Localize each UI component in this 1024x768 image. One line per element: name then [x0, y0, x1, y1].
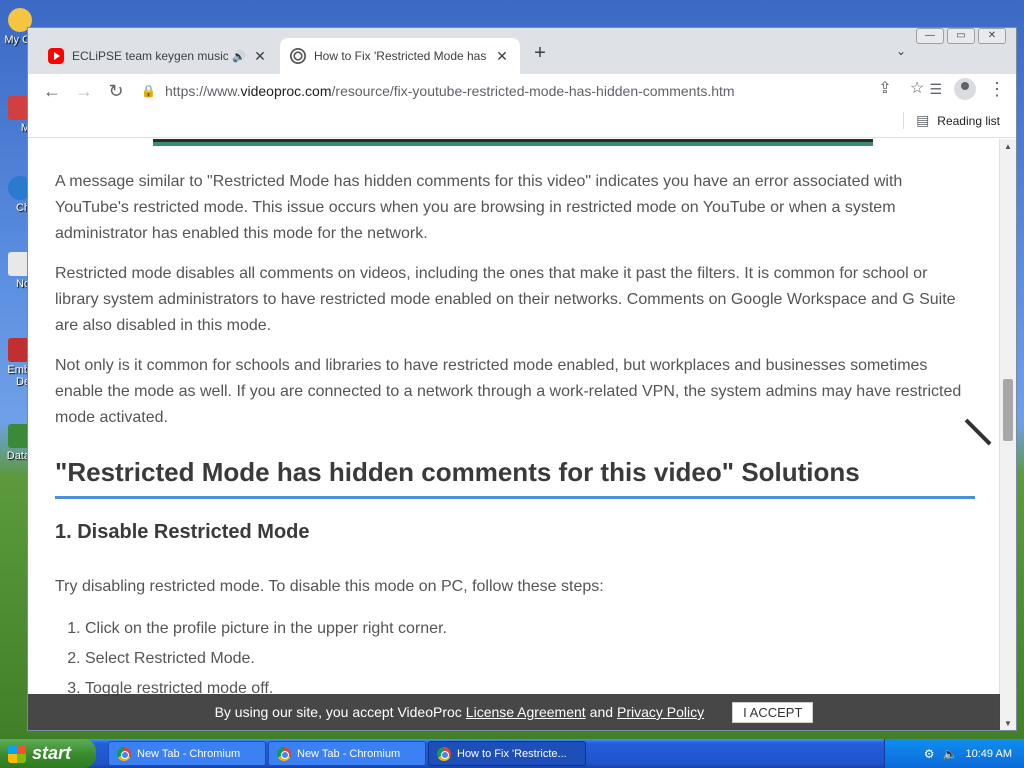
youtube-icon: [48, 48, 64, 64]
videoproc-icon: [290, 48, 306, 64]
media-queue-icon[interactable]: ☰: [929, 81, 942, 98]
tab-videoproc[interactable]: How to Fix 'Restricted Mode has hid ✕: [280, 38, 520, 74]
start-button[interactable]: start: [0, 739, 96, 768]
speaker-icon[interactable]: 🔊: [232, 50, 246, 63]
privacy-policy-link[interactable]: Privacy Policy: [617, 704, 704, 720]
toolbar-right: ☰ ⋮: [929, 78, 1006, 100]
windows-logo-icon: [8, 744, 26, 763]
desktop-icon-3[interactable]: Ch: [0, 176, 32, 214]
new-tab-button[interactable]: +: [528, 42, 552, 66]
taskbar-item-3[interactable]: How to Fix 'Restricte...: [428, 741, 586, 766]
maximize-button[interactable]: ▭: [947, 28, 975, 44]
article-body: A message similar to "Restricted Mode ha…: [55, 169, 975, 704]
share-icon[interactable]: ⇪: [876, 78, 894, 98]
page-content: A message similar to "Restricted Mode ha…: [28, 139, 1000, 730]
address-bar[interactable]: 🔒 https://www. videoproc.com/resource/fix…: [141, 77, 881, 105]
chromium-icon: [437, 746, 451, 761]
reading-list-icon: ▤: [916, 112, 930, 128]
taskbar-item-label: New Tab - Chromium: [137, 747, 241, 760]
tab-search-icon[interactable]: ⌄: [896, 44, 906, 58]
steps-list: Click on the profile picture in the uppe…: [85, 614, 975, 704]
volume-icon[interactable]: 🔈: [943, 747, 958, 761]
hero-image-bottom: [153, 139, 873, 146]
bookmark-star-icon[interactable]: ☆: [908, 78, 926, 98]
minimize-button[interactable]: —: [916, 28, 944, 44]
license-agreement-link[interactable]: License Agreement: [466, 704, 586, 720]
close-icon[interactable]: ✕: [252, 48, 268, 65]
tab-title: How to Fix 'Restricted Mode has hid: [314, 49, 488, 63]
desktop-icon-4[interactable]: No: [0, 252, 32, 290]
accept-button[interactable]: I ACCEPT: [732, 701, 814, 723]
chromium-icon: [117, 746, 131, 761]
window-controls: — ▭ ✕: [916, 28, 1006, 44]
cookie-text: By using our site, you accept VideoProc: [214, 704, 462, 720]
menu-icon[interactable]: ⋮: [988, 79, 1006, 100]
bookmarks-bar: ▤ Reading list: [28, 108, 1016, 138]
back-button[interactable]: ←: [36, 77, 68, 105]
taskbar: start New Tab - Chromium New Tab - Chrom…: [0, 739, 1024, 768]
reading-list-button[interactable]: ▤ Reading list: [903, 112, 1000, 129]
vertical-scrollbar[interactable]: ▲ ▼: [999, 139, 1016, 730]
paragraph: Not only is it common for schools and li…: [55, 357, 962, 426]
list-item: Select Restricted Mode.: [85, 644, 975, 674]
taskbar-item-1[interactable]: New Tab - Chromium: [108, 741, 266, 766]
desktop-icon-5[interactable]: Emb De: [0, 338, 32, 388]
url-path: /resource/fix-youtube-restricted-mode-ha…: [331, 83, 735, 99]
start-label: start: [32, 743, 72, 763]
scroll-down-arrow-icon[interactable]: ▼: [1000, 716, 1016, 730]
paragraph: A message similar to "Restricted Mode ha…: [55, 173, 903, 242]
browser-window: ECLiPSE team keygen music - S 🔊 ✕ How to…: [27, 27, 1017, 731]
browser-toolbar: ← → ↻ 🔒 https://www. videoproc.com/resour…: [28, 74, 1016, 108]
system-tray: ⚙ 🔈 10:49 AM: [884, 739, 1024, 768]
subsection-heading: 1. Disable Restricted Mode: [55, 521, 310, 543]
desktop-icon-2[interactable]: M: [0, 96, 32, 134]
desktop-icon-my-computer[interactable]: My C: [0, 8, 32, 46]
security-icon[interactable]: ⚙: [924, 747, 935, 761]
reading-list-label: Reading list: [937, 113, 1000, 128]
scroll-up-arrow-icon[interactable]: ▲: [1000, 139, 1016, 155]
chromium-icon: [277, 746, 291, 761]
close-icon[interactable]: ✕: [494, 48, 510, 65]
cookie-consent-bar: By using our site, you accept VideoProc …: [28, 694, 1000, 730]
reload-button[interactable]: ↻: [100, 77, 132, 105]
url-host: videoproc.com: [240, 83, 332, 99]
scroll-thumb[interactable]: [1003, 379, 1013, 441]
taskbar-item-2[interactable]: New Tab - Chromium: [268, 741, 426, 766]
list-item: Click on the profile picture in the uppe…: [85, 614, 975, 644]
taskbar-item-label: New Tab - Chromium: [297, 747, 401, 760]
url-scheme: https://www.: [165, 83, 241, 99]
tab-youtube[interactable]: ECLiPSE team keygen music - S 🔊 ✕: [38, 38, 278, 74]
forward-button[interactable]: →: [68, 77, 100, 105]
omnibox-actions: ⇪ ☆: [876, 78, 926, 98]
close-window-button[interactable]: ✕: [978, 28, 1006, 44]
profile-icon[interactable]: [954, 78, 976, 100]
tab-strip: ECLiPSE team keygen music - S 🔊 ✕ How to…: [28, 28, 1016, 74]
lock-icon[interactable]: 🔒: [141, 84, 156, 98]
intro-paragraph: Try disabling restricted mode. To disabl…: [55, 578, 604, 595]
cookie-and: and: [589, 704, 614, 720]
section-heading: "Restricted Mode has hidden comments for…: [55, 457, 975, 499]
paragraph: Restricted mode disables all comments on…: [55, 265, 956, 334]
desktop-icon-6[interactable]: Data: [0, 424, 32, 462]
clock[interactable]: 10:49 AM: [966, 748, 1012, 760]
tab-title: ECLiPSE team keygen music - S: [72, 49, 229, 63]
taskbar-item-label: How to Fix 'Restricte...: [457, 747, 567, 760]
